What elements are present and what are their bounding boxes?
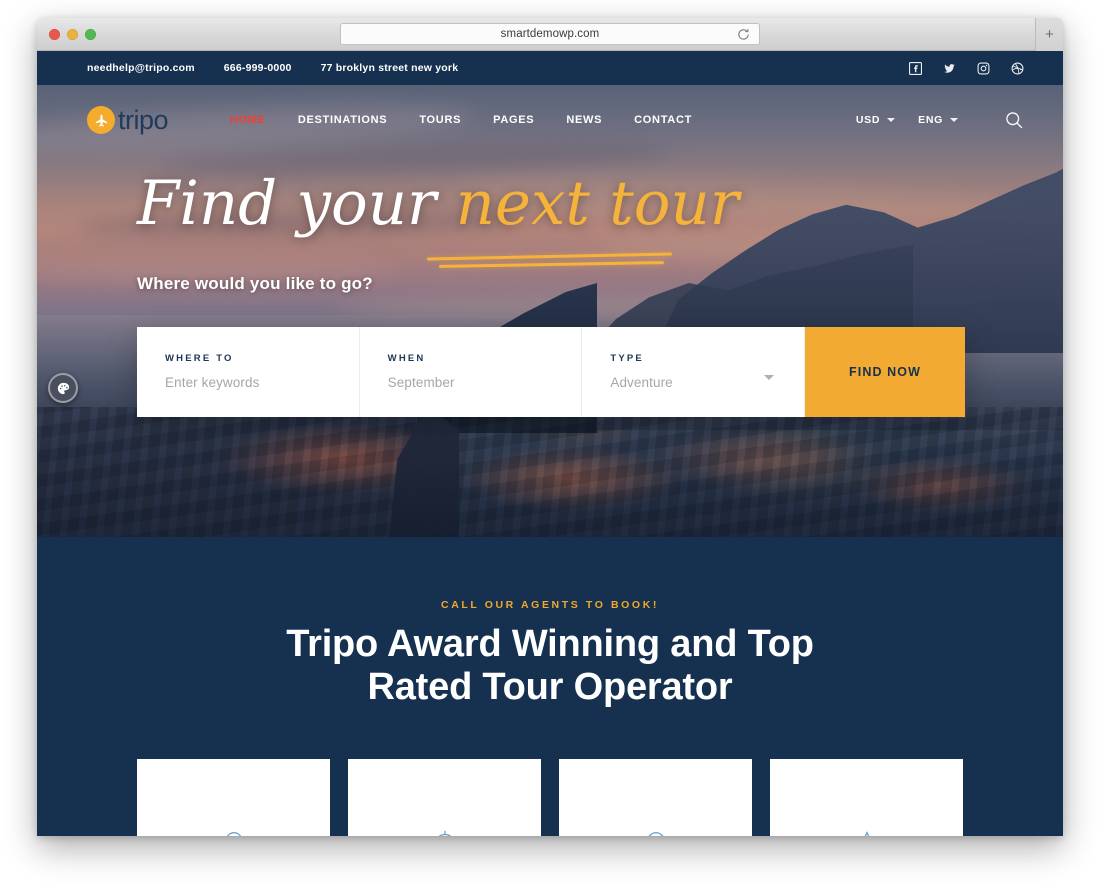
airplane-icon xyxy=(87,106,115,134)
where-to-label: WHERE TO xyxy=(165,353,234,364)
address-bar[interactable]: smartdemowp.com xyxy=(340,23,760,45)
nav-item-contact[interactable]: CONTACT xyxy=(634,114,692,126)
hero-subtitle: Where would you like to go? xyxy=(137,274,373,293)
field-when[interactable]: WHEN September xyxy=(359,327,583,417)
hero-headline-accent: next tour xyxy=(455,168,739,239)
contact-email[interactable]: needhelp@tripo.com xyxy=(87,62,195,74)
search-icon[interactable] xyxy=(1004,110,1024,130)
feature-card[interactable] xyxy=(137,759,330,836)
nav-menu: HOME DESTINATIONS TOURS PAGES NEWS CONTA… xyxy=(230,114,692,126)
top-info-bar: needhelp@tripo.com 666-999-0000 77 brokl… xyxy=(37,51,1063,85)
where-to-input[interactable]: Enter keywords xyxy=(165,375,333,390)
section-title-line1: Tripo Award Winning and Top xyxy=(286,623,814,665)
field-type[interactable]: TYPE Adventure xyxy=(582,327,806,417)
logo-text: tripo xyxy=(118,104,169,135)
palette-icon[interactable] xyxy=(48,373,78,403)
when-input[interactable]: September xyxy=(388,375,556,390)
section-title-line2: Rated Tour Operator xyxy=(367,666,733,709)
main-navbar: tripo HOME DESTINATIONS TOURS PAGES NEWS… xyxy=(37,85,1063,155)
find-now-button[interactable]: FIND NOW xyxy=(805,327,966,417)
hero-underline-decoration xyxy=(426,252,677,268)
chevron-down-icon xyxy=(887,118,896,122)
contact-address: 77 broklyn street new york xyxy=(320,62,459,74)
tour-guide-icon xyxy=(211,825,257,836)
tour-search-form: WHERE TO Enter keywords WHEN September T… xyxy=(137,327,966,417)
nav-item-home[interactable]: HOME xyxy=(230,114,266,126)
award-badge-icon xyxy=(633,825,679,836)
field-where-to[interactable]: WHERE TO Enter keywords xyxy=(137,327,360,417)
star-rating-icon xyxy=(844,825,890,836)
features-section: CALL OUR AGENTS TO BOOK! Tripo Award Win… xyxy=(37,537,1063,836)
nav-item-pages[interactable]: PAGES xyxy=(493,114,534,126)
new-tab-button[interactable]: + xyxy=(1035,18,1063,51)
currency-selector[interactable]: USD xyxy=(855,114,896,126)
maximize-window-button[interactable] xyxy=(85,29,96,40)
browser-window: smartdemowp.com + needhelp@tripo.com 666… xyxy=(37,18,1063,836)
chevron-down-icon xyxy=(950,118,958,122)
nav-item-tours[interactable]: TOURS xyxy=(419,114,461,126)
chevron-down-icon[interactable] xyxy=(764,375,775,380)
hero-headline-plain: Find your xyxy=(137,168,437,239)
twitter-icon[interactable] xyxy=(943,62,956,75)
social-links xyxy=(909,61,1024,75)
instagram-icon[interactable] xyxy=(977,62,990,75)
feature-card[interactable] xyxy=(559,759,752,836)
hero-headline: Find your next tour xyxy=(137,173,745,234)
hero-copy: Find your next tour Where would you like… xyxy=(137,173,745,294)
type-label: TYPE xyxy=(610,353,644,364)
language-selector[interactable]: ENG xyxy=(918,114,958,126)
top-contact-group: needhelp@tripo.com 666-999-0000 77 brokl… xyxy=(87,62,458,74)
section-eyebrow: CALL OUR AGENTS TO BOOK! xyxy=(441,599,659,611)
traffic-lights xyxy=(49,29,96,40)
browser-chrome: smartdemowp.com + xyxy=(37,18,1063,51)
contact-phone[interactable]: 666-999-0000 xyxy=(224,62,292,74)
feature-card[interactable] xyxy=(770,759,963,836)
type-select-value[interactable]: Adventure xyxy=(610,375,778,390)
facebook-icon[interactable] xyxy=(909,61,922,75)
nav-utilities: USD ENG xyxy=(856,110,1024,130)
dribbble-icon[interactable] xyxy=(1011,62,1024,75)
url-text: smartdemowp.com xyxy=(500,28,600,40)
section-title: Tripo Award Winning and Top Rated Tour O… xyxy=(37,623,1063,710)
site-viewport: needhelp@tripo.com 666-999-0000 77 brokl… xyxy=(37,51,1063,836)
close-window-button[interactable] xyxy=(49,29,60,40)
page-root: smartdemowp.com + needhelp@tripo.com 666… xyxy=(0,0,1100,891)
nav-item-destinations[interactable]: DESTINATIONS xyxy=(298,114,387,126)
when-label: WHEN xyxy=(387,353,426,364)
currency-label: USD xyxy=(855,114,881,126)
monument-tent-icon xyxy=(422,825,468,836)
language-label: ENG xyxy=(918,114,943,126)
hero-section: tripo HOME DESTINATIONS TOURS PAGES NEWS… xyxy=(37,85,1063,537)
nav-item-news[interactable]: NEWS xyxy=(566,114,602,126)
feature-cards xyxy=(137,759,963,836)
reload-icon[interactable] xyxy=(736,27,751,42)
feature-card[interactable] xyxy=(348,759,541,836)
site-logo[interactable]: tripo xyxy=(87,104,169,136)
minimize-window-button[interactable] xyxy=(67,29,78,40)
